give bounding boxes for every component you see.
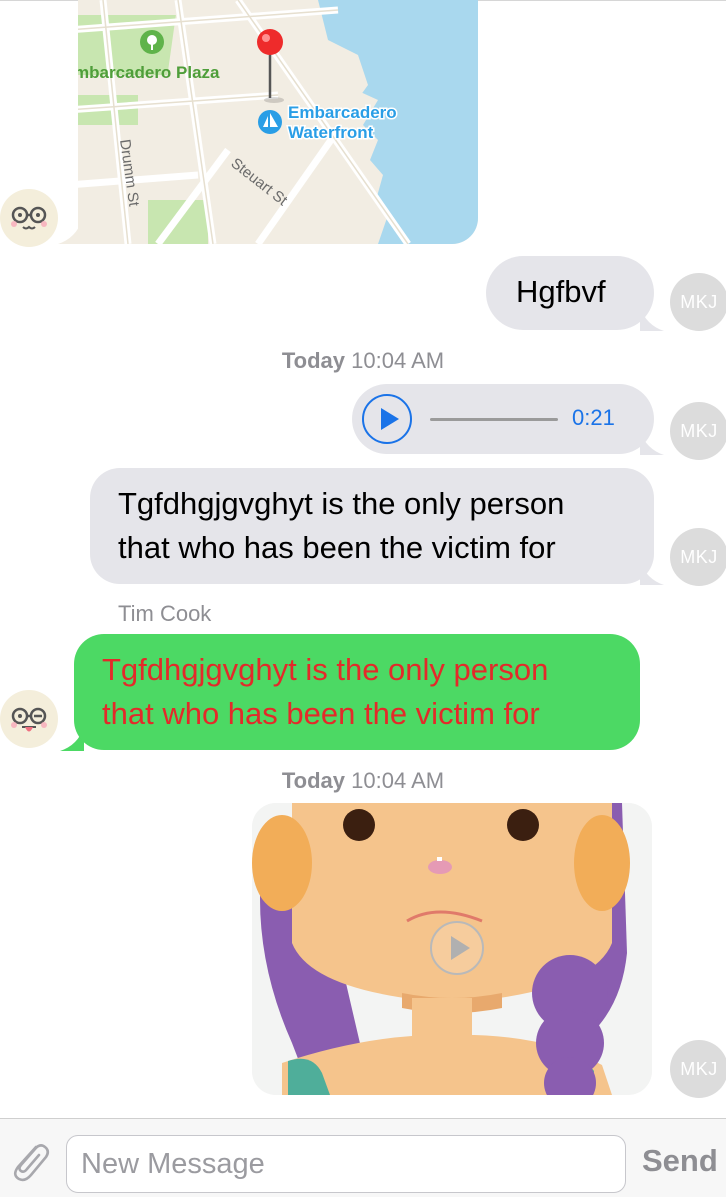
message-line: that who has been the victim for xyxy=(102,696,540,731)
bubble-tail xyxy=(640,307,664,331)
bubble-tail xyxy=(640,561,664,585)
outgoing-message-bubble[interactable]: Tgfdhgjgvghyt is the only person that wh… xyxy=(90,468,654,584)
sender-name: Tim Cook xyxy=(118,601,212,626)
timestamp-day: Today xyxy=(281,768,346,793)
tongue-face-icon xyxy=(11,707,47,732)
video-play-button[interactable] xyxy=(430,921,484,975)
sailboat-icon xyxy=(258,110,282,134)
avatar-mkj[interactable]: MKJ xyxy=(670,528,726,586)
play-icon xyxy=(451,936,470,960)
message-line: Tgfdhgjgvghyt is the only person xyxy=(102,652,549,687)
timestamp-day: Today xyxy=(281,348,346,373)
message-composer: Send xyxy=(0,1118,726,1197)
timestamp-time: 10:04 AM xyxy=(351,348,445,373)
play-button[interactable] xyxy=(362,394,412,444)
timestamp-time: 10:04 AM xyxy=(351,768,445,793)
avatar-glasses-emoji[interactable] xyxy=(0,189,58,247)
video-sticker-message[interactable] xyxy=(252,803,652,1095)
avatar-mkj[interactable]: MKJ xyxy=(670,402,726,460)
map-view[interactable]: mbarcadero Plaza Embarcadero Waterfront … xyxy=(78,0,478,244)
audio-progress-track[interactable] xyxy=(430,418,558,421)
message-timestamp: Today 10:04 AM xyxy=(0,768,726,794)
new-message-input[interactable] xyxy=(66,1135,626,1193)
avatar-tongue-emoji[interactable] xyxy=(0,690,58,748)
avatar-mkj[interactable]: MKJ xyxy=(670,1040,726,1098)
bubble-tail xyxy=(640,431,664,455)
message-line: that who has been the victim for xyxy=(118,530,556,565)
message-line: Tgfdhgjgvghyt is the only person xyxy=(118,486,565,521)
message-text: Tgfdhgjgvghyt is the only person that wh… xyxy=(118,482,564,570)
map-poi-label-line2: Waterfront xyxy=(288,123,374,142)
incoming-message-bubble[interactable]: Tgfdhgjgvghyt is the only person that wh… xyxy=(74,634,640,750)
avatar-mkj[interactable]: MKJ xyxy=(670,273,726,331)
paperclip-icon[interactable] xyxy=(4,1135,54,1185)
send-button[interactable]: Send xyxy=(642,1143,718,1179)
map-place-label: mbarcadero Plaza xyxy=(78,63,220,82)
message-text: Tgfdhgjgvghyt is the only person that wh… xyxy=(102,648,548,736)
play-icon xyxy=(381,408,399,430)
glasses-face-icon xyxy=(11,206,47,230)
message-text: Hgfbvf xyxy=(516,274,606,309)
map-poi-label-line1: Embarcadero xyxy=(288,103,397,122)
location-map-card[interactable]: mbarcadero Plaza Embarcadero Waterfront … xyxy=(78,0,478,244)
outgoing-message-bubble[interactable]: Hgfbvf xyxy=(486,256,654,330)
audio-message-bubble[interactable]: 0:21 xyxy=(352,384,654,454)
audio-duration: 0:21 xyxy=(572,405,615,430)
message-timestamp: Today 10:04 AM xyxy=(0,348,726,374)
